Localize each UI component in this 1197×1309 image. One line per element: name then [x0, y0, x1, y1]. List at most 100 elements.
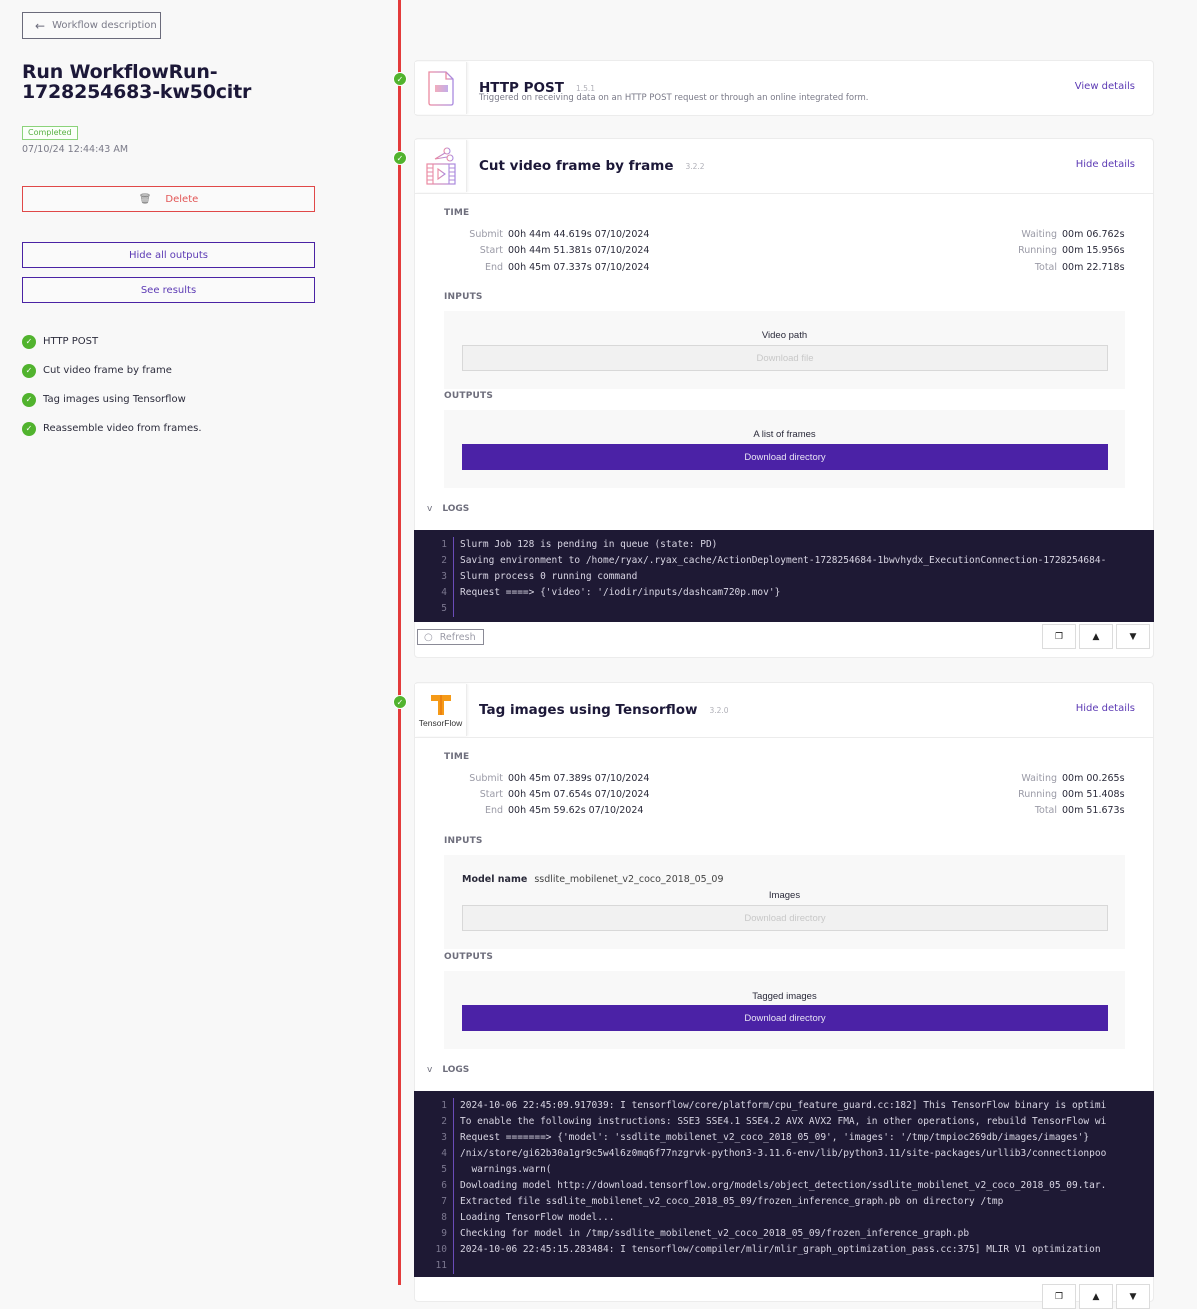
time-total: Total 00m 22.718s	[1034, 262, 1125, 273]
scroll-bottom-button[interactable]: ▼	[1116, 624, 1150, 649]
log-line: 5 warnings.warn(	[414, 1162, 1154, 1178]
check-circle-icon: ✓	[22, 363, 36, 378]
step-card-tensorflow: TensorFlow Tag images using Tensorflow 3…	[414, 682, 1154, 1309]
step-list-item[interactable]: ✓ Cut video frame by frame	[22, 356, 202, 385]
card-details: TIME Submit 00h 44m 44.619s 07/10/2024 St…	[414, 193, 1154, 657]
card-details: TIME Submit 00h 45m 07.389s 07/10/2024 St…	[414, 737, 1154, 1309]
inputs-box: Model name ssdlite_mobilenet_v2_coco_201…	[444, 855, 1125, 949]
log-line: 5	[414, 601, 1154, 617]
download-directory-button[interactable]: Download directory	[462, 1005, 1108, 1031]
time-submit: Submit 00h 45m 07.389s 07/10/2024	[469, 773, 650, 784]
back-label: Workflow description	[52, 20, 157, 31]
time-end: End 00h 45m 59.62s 07/10/2024	[484, 805, 644, 816]
timeline-check-icon: ✓	[393, 151, 407, 165]
card-header: HTTP POST 1.5.1 Triggered on receiving d…	[415, 61, 1153, 115]
time-submit: Submit 00h 44m 44.619s 07/10/2024	[469, 229, 650, 240]
caret-up-icon: ▲	[1092, 631, 1100, 642]
time-waiting: Waiting 00m 06.762s	[1021, 229, 1125, 240]
copy-icon: ❐	[1054, 631, 1064, 642]
log-line: 1 Slurm Job 128 is pending in queue (stat…	[414, 537, 1154, 553]
inputs-box: Video path Download file	[444, 311, 1125, 389]
log-line: 4 Request ====> {'video': '/iodir/inputs/…	[414, 585, 1154, 601]
log-line: 10 2024-10-06 22:45:15.283484: I tensorfl…	[414, 1242, 1154, 1258]
log-line: 2 Saving environment to /home/ryax/.ryax_…	[414, 553, 1154, 569]
trash-icon: 🗑	[138, 193, 152, 205]
time-running: Running 00m 15.956s	[1018, 245, 1125, 256]
video-scissors-icon	[415, 140, 467, 192]
step-label: Reassemble video from frames.	[43, 423, 202, 434]
outputs-box: A list of frames Download directory	[444, 410, 1125, 488]
view-details-link[interactable]: View details	[1075, 81, 1135, 92]
delete-button[interactable]: 🗑 Delete	[22, 186, 315, 212]
logs-toggle[interactable]: v LOGS	[427, 1065, 469, 1075]
log-line: 11	[414, 1258, 1154, 1274]
hide-details-link[interactable]: Hide details	[1076, 159, 1135, 170]
outputs-section-label: OUTPUTS	[444, 952, 494, 962]
inputs-section-label: INPUTS	[444, 292, 483, 302]
time-running: Running 00m 51.408s	[1018, 789, 1125, 800]
timeline-check-icon: ✓	[393, 695, 407, 709]
log-viewer[interactable]: 1 Slurm Job 128 is pending in queue (stat…	[414, 530, 1154, 622]
time-waiting: Waiting 00m 00.265s	[1021, 773, 1125, 784]
see-results-button[interactable]: See results	[22, 277, 315, 303]
back-to-workflow-button[interactable]: ← Workflow description	[22, 12, 161, 39]
run-sidebar: ← Workflow description Run WorkflowRun-1…	[0, 0, 340, 1285]
arrow-left-icon: ←	[35, 18, 46, 33]
input-name: Video path	[761, 330, 808, 341]
scroll-top-button[interactable]: ▲	[1079, 1284, 1113, 1309]
time-end: End 00h 45m 07.337s 07/10/2024	[484, 262, 650, 273]
download-directory-button-disabled[interactable]: Download directory	[462, 905, 1108, 931]
caret-up-icon: ▲	[1092, 1291, 1100, 1302]
scroll-top-button[interactable]: ▲	[1079, 624, 1113, 649]
copy-logs-button[interactable]: ❐	[1042, 624, 1076, 649]
log-line: 6 Dowloading model http://download.tensor…	[414, 1178, 1154, 1194]
run-date: 07/10/24 12:44:43 AM	[22, 144, 129, 155]
time-start: Start 00h 44m 51.381s 07/10/2024	[479, 245, 650, 256]
caret-down-icon: ▼	[1129, 1291, 1137, 1302]
time-start: Start 00h 45m 07.654s 07/10/2024	[479, 789, 650, 800]
log-line: 2 To enable the following instructions: S…	[414, 1114, 1154, 1130]
log-line: 9 Checking for model in /tmp/ssdlite_mobi…	[414, 1226, 1154, 1242]
check-circle-icon: ✓	[22, 421, 36, 436]
hide-details-link[interactable]: Hide details	[1076, 703, 1135, 714]
log-viewer[interactable]: 1 2024-10-06 22:45:09.917039: I tensorflo…	[414, 1091, 1154, 1277]
caret-down-icon: ▼	[1129, 631, 1137, 642]
step-list-item[interactable]: ✓ HTTP POST	[22, 327, 202, 356]
card-description: Triggered on receiving data on an HTTP P…	[479, 93, 869, 103]
log-line: 3 Slurm process 0 running command	[414, 569, 1154, 585]
refresh-icon: ○	[424, 631, 433, 643]
step-label: Cut video frame by frame	[43, 365, 172, 376]
download-directory-button[interactable]: Download directory	[462, 444, 1108, 470]
download-file-button[interactable]: Download file	[462, 345, 1108, 371]
input-name: Images	[768, 890, 801, 901]
chevron-down-icon: v	[427, 1065, 433, 1075]
outputs-box: Tagged images Download directory	[444, 971, 1125, 1049]
inputs-section-label: INPUTS	[444, 836, 483, 846]
card-header: TensorFlow Tag images using Tensorflow 3…	[415, 683, 1153, 737]
check-circle-icon: ✓	[22, 334, 36, 349]
timeline-line	[398, 0, 401, 1285]
log-line: 3 Request =======> {'model': 'ssdlite_mob…	[414, 1130, 1154, 1146]
output-name: Tagged images	[752, 991, 817, 1002]
step-list-item[interactable]: ✓ Tag images using Tensorflow	[22, 385, 202, 414]
refresh-logs-button[interactable]: ○ Refresh	[417, 629, 484, 645]
copy-logs-button[interactable]: ❐	[1042, 1284, 1076, 1309]
log-line: 4/nix/store/gi62b30a1gr9c5w4l6z0mq6f77nz…	[414, 1146, 1154, 1162]
delete-label: Delete	[165, 193, 199, 205]
page-title: Run WorkflowRun-1728254683-kw50citr	[22, 61, 252, 103]
step-label: Tag images using Tensorflow	[43, 394, 186, 405]
step-list: ✓ HTTP POST ✓ Cut video frame by frame ✓…	[22, 327, 202, 443]
card-title: Cut video frame by frame	[479, 158, 674, 174]
hide-all-outputs-button[interactable]: Hide all outputs	[22, 242, 315, 268]
scroll-bottom-button[interactable]: ▼	[1116, 1284, 1150, 1309]
card-version: 3.2.2	[685, 161, 705, 171]
card-version: 1.5.1	[575, 83, 596, 93]
outputs-section-label: OUTPUTS	[444, 391, 494, 401]
tensorflow-logo-icon: TensorFlow	[415, 684, 467, 736]
status-badge: Completed	[22, 126, 78, 140]
check-circle-icon: ✓	[22, 392, 36, 407]
step-list-item[interactable]: ✓ Reassemble video from frames.	[22, 414, 202, 443]
time-total: Total 00m 51.673s	[1034, 805, 1125, 816]
logs-toggle[interactable]: v LOGS	[427, 504, 469, 514]
log-line: 8 Loading TensorFlow model...	[414, 1210, 1154, 1226]
